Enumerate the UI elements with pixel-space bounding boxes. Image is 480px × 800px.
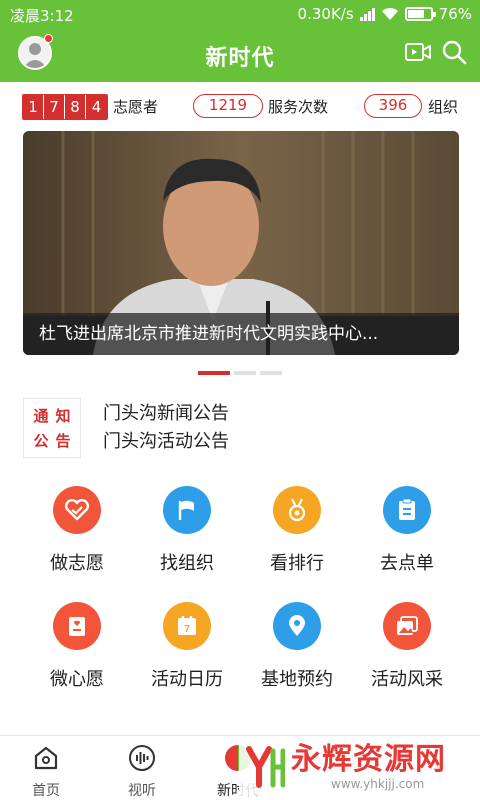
stats-row: 1 7 8 4 志愿者 1219 服务次数 396 组织 xyxy=(0,82,480,130)
badge-char: 公 xyxy=(33,432,49,450)
status-bar: 凌晨3:12 0.30K/s 76% xyxy=(0,0,480,28)
nav-label: 首页 xyxy=(32,783,60,799)
wifi-icon xyxy=(381,7,398,20)
counter-digit: 1 xyxy=(23,95,44,119)
grid-item-base-booking[interactable]: 基地预约 xyxy=(242,602,352,702)
watermark-text: 永辉资源网 xyxy=(291,742,446,777)
watermark-emblem-icon xyxy=(246,746,285,788)
counter-digit: 7 xyxy=(44,95,65,119)
carousel-dot[interactable] xyxy=(260,371,282,375)
grid-item-wish[interactable]: 微心愿 xyxy=(22,602,132,702)
notice-badge-icon: 通 知 公 告 xyxy=(23,398,81,458)
grid-item-calendar[interactable]: 7 活动日历 xyxy=(132,602,242,702)
grid-item-volunteer[interactable]: 做志愿 xyxy=(22,486,132,586)
grid-item-label: 微心愿 xyxy=(50,669,104,690)
volunteer-counter: 1 7 8 4 xyxy=(22,94,108,120)
grid-item-label: 看排行 xyxy=(270,553,324,574)
battery-percent: 76% xyxy=(438,5,472,23)
flag-icon xyxy=(163,486,211,534)
service-label: 服务次数 xyxy=(268,98,329,116)
badge-char: 告 xyxy=(55,432,71,450)
nav-item-home[interactable]: 首页 xyxy=(6,742,86,800)
battery-icon xyxy=(404,7,436,21)
nav-label: 视听 xyxy=(128,783,156,799)
carousel-dot[interactable] xyxy=(198,371,230,375)
calendar-icon: 7 xyxy=(163,602,211,650)
grid-item-order[interactable]: 去点单 xyxy=(352,486,462,586)
grid-item-label: 做志愿 xyxy=(50,553,104,574)
audio-icon xyxy=(102,742,182,774)
app-header: 凌晨3:12 0.30K/s 76% 新时代 xyxy=(0,0,480,82)
grid-item-label: 找组织 xyxy=(160,553,214,574)
badge-char: 知 xyxy=(55,407,71,425)
clipboard-icon xyxy=(383,486,431,534)
grid-item-label: 基地预约 xyxy=(261,669,333,690)
video-icon[interactable] xyxy=(404,40,432,64)
notice-list: 门头沟新闻公告 门头沟活动公告 xyxy=(103,400,229,456)
org-count-badge: 396 xyxy=(364,94,422,118)
grid-item-label: 去点单 xyxy=(380,553,434,574)
photos-icon xyxy=(383,602,431,650)
signal-icon xyxy=(359,7,375,21)
medal-icon xyxy=(273,486,321,534)
counter-digit: 8 xyxy=(65,95,86,119)
notice-item[interactable]: 门头沟活动公告 xyxy=(103,428,229,456)
carousel-dot[interactable] xyxy=(234,371,256,375)
home-icon xyxy=(6,742,86,774)
watermark-logo: 永辉资源网 www.yhkjjj.com xyxy=(239,738,452,796)
network-speed: 0.30K/s xyxy=(297,5,354,23)
grid-item-find-org[interactable]: 找组织 xyxy=(132,486,242,586)
news-banner[interactable]: 杜飞进出席北京市推进新时代文明实践中心... xyxy=(23,131,459,355)
grid-item-label: 活动风采 xyxy=(371,669,443,690)
volunteer-label: 志愿者 xyxy=(113,98,159,116)
notice-item[interactable]: 门头沟新闻公告 xyxy=(103,400,229,428)
app-bar: 新时代 xyxy=(0,28,480,82)
heart-icon xyxy=(53,486,101,534)
svg-text:7: 7 xyxy=(184,624,190,635)
location-pin-icon xyxy=(273,602,321,650)
search-icon[interactable] xyxy=(440,38,468,66)
org-label: 组织 xyxy=(428,98,459,116)
carousel-indicator xyxy=(0,371,480,375)
watermark-url: www.yhkjjj.com xyxy=(331,777,425,791)
notice-section: 通 知 公 告 门头沟新闻公告 门头沟活动公告 xyxy=(23,398,459,460)
grid-item-ranking[interactable]: 看排行 xyxy=(242,486,352,586)
status-right: 0.30K/s 76% xyxy=(298,5,472,23)
wish-card-icon xyxy=(53,602,101,650)
banner-caption: 杜飞进出席北京市推进新时代文明实践中心... xyxy=(23,313,459,355)
grid-item-gallery[interactable]: 活动风采 xyxy=(352,602,462,702)
grid-item-label: 活动日历 xyxy=(151,669,223,690)
nav-item-audio[interactable]: 视听 xyxy=(102,742,182,800)
service-count-badge: 1219 xyxy=(193,94,263,118)
badge-char: 通 xyxy=(33,407,49,425)
status-time: 凌晨3:12 xyxy=(10,7,74,25)
counter-digit: 4 xyxy=(86,95,107,119)
